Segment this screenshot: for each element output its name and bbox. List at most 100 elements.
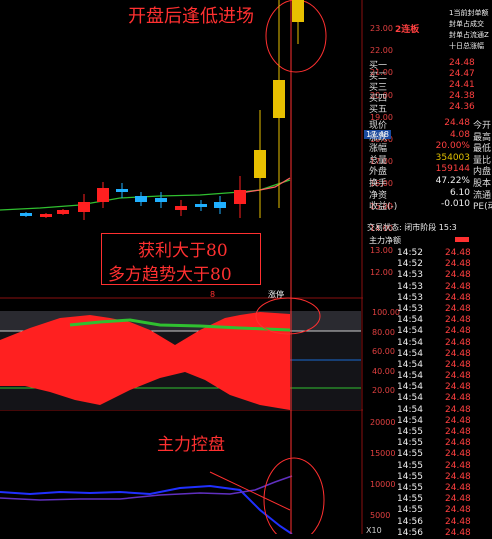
tick-time: 14:55 — [397, 449, 423, 460]
candle — [20, 213, 32, 216]
book-price: 24.38 — [449, 91, 475, 101]
tick-time: 14:55 — [397, 460, 423, 471]
tick-price: 24.48 — [445, 337, 471, 348]
tick-row: 14:55 24.48 — [397, 494, 492, 505]
tick-row: 14:54 24.48 — [397, 349, 492, 360]
stat-label: 收益(-) — [369, 202, 398, 213]
tick-time: 14:55 — [397, 438, 423, 449]
tick-time: 14:54 — [397, 326, 423, 337]
tick-price: 24.48 — [445, 382, 471, 393]
tick-price: 24.48 — [445, 404, 471, 415]
tick-time: 14:54 — [397, 348, 423, 359]
tick-row: 14:55 24.48 — [397, 472, 492, 483]
marker-label: 8 — [210, 290, 216, 299]
tick-price: 24.48 — [445, 494, 471, 505]
tick-time: 14:54 — [397, 359, 423, 370]
candle — [175, 206, 187, 210]
tick-row: 14:53 24.48 — [397, 270, 492, 281]
board-badge: 2连板 — [395, 25, 420, 35]
candle — [292, 0, 304, 22]
tick-price: 24.48 — [445, 471, 471, 482]
tick-price: 24.48 — [445, 326, 471, 337]
tick-row: 14:52 24.48 — [397, 248, 492, 259]
annotation-control: 主力控盘 — [157, 435, 225, 455]
candle — [78, 202, 90, 212]
tick-row: 14:55 24.48 — [397, 438, 492, 449]
candle — [254, 150, 266, 178]
candle — [214, 202, 226, 208]
tick-time: 14:54 — [397, 404, 423, 415]
header-line-0: 1当前封单额 — [449, 9, 489, 17]
stat-value: 24.48 — [444, 118, 470, 128]
annotation-box: 获利大于80 多方趋势大于80 — [101, 233, 261, 285]
tick-time: 14:55 — [397, 427, 423, 437]
candle — [234, 190, 246, 204]
tick-price: 24.48 — [445, 292, 471, 303]
tick-row: 14:53 24.48 — [397, 293, 492, 304]
tick-price: 24.48 — [445, 348, 471, 359]
tick-time: 14:54 — [397, 393, 423, 404]
tick-time: 14:52 — [397, 259, 423, 270]
tick-time: 14:56 — [397, 527, 423, 538]
tick-row: 14:55 24.48 — [397, 505, 492, 516]
tick-price: 24.48 — [445, 505, 471, 516]
tick-time: 14:54 — [397, 415, 423, 426]
candle — [195, 204, 207, 207]
tick-row: 14:52 24.48 — [397, 259, 492, 270]
tick-row: 14:53 24.48 — [397, 282, 492, 293]
tick-price: 24.48 — [445, 482, 471, 493]
tick-price: 24.48 — [445, 527, 471, 538]
annotation-box-line2: 多方趋势大于80 — [108, 265, 232, 285]
tick-row: 14:54 24.48 — [397, 326, 492, 337]
tick-row: 14:54 24.48 — [397, 405, 492, 416]
tick-price: 24.48 — [445, 281, 471, 292]
tick-row: 14:54 24.48 — [397, 382, 492, 393]
chart-area[interactable]: 开盘后逢低进场 获利大于80 多方趋势大于80 主力控盘 8 涨停 23.00 2… — [0, 0, 400, 535]
candle — [57, 210, 69, 214]
candle — [155, 198, 167, 202]
tick-time: 14:55 — [397, 482, 423, 493]
tick-time: 14:54 — [397, 315, 423, 326]
candle — [40, 214, 52, 217]
stat-label-2: PE(动 — [473, 202, 492, 213]
tick-time: 14:53 — [397, 303, 423, 314]
stat-value: 354003 — [435, 152, 470, 163]
header-line-2: 封单占流通Z — [449, 31, 489, 39]
tick-time: 14:55 — [397, 505, 423, 516]
book-price: 24.41 — [449, 80, 475, 90]
tick-price: 24.48 — [445, 359, 471, 370]
book-label: 买五 — [369, 105, 388, 115]
tick-row: 14:54 24.48 — [397, 315, 492, 326]
tick-row: 14:56 24.48 — [397, 517, 492, 528]
tick-price: 24.48 — [445, 393, 471, 404]
tick-row: 14:54 24.48 — [397, 416, 492, 427]
candle — [135, 196, 147, 202]
header-line-1: 封单占成交 — [449, 20, 484, 28]
tick-price: 24.48 — [445, 460, 471, 471]
tick-row: 14:56 24.48 — [397, 528, 492, 539]
limit-tag: 涨停 — [268, 290, 284, 299]
tick-price: 24.48 — [445, 516, 471, 527]
stat-value: 6.10 — [449, 187, 470, 198]
tick-list[interactable]: 14:52 24.48 14:52 24.48 14:53 24.48 14:53 24.48… — [397, 248, 492, 539]
trade-status: 交易状态: 闭市阶段 15:3 — [367, 223, 457, 232]
candle — [97, 188, 109, 202]
stat-value: -0.010 — [440, 199, 470, 210]
tick-price: 24.48 — [445, 449, 471, 460]
quote-panel: 2连板 1当前封单额 封单占成交 封单占流通Z 十日总涨幅 买一 24.48 买二 2… — [363, 0, 492, 538]
tick-time: 14:54 — [397, 337, 423, 348]
tick-price: 24.48 — [445, 303, 471, 314]
header-line-3: 十日总涨幅 — [449, 42, 484, 50]
annotation-main: 开盘后逢低进场 — [128, 6, 254, 27]
tick-row: 14:54 24.48 — [397, 360, 492, 371]
stat-value: 4.08 — [449, 129, 470, 140]
candle — [273, 80, 285, 118]
book-price: 24.48 — [449, 58, 475, 68]
stat-value: 159144 — [435, 164, 470, 175]
tick-price: 24.48 — [445, 259, 471, 270]
main-net-label: 主力净额 — [369, 236, 401, 245]
tick-time: 14:52 — [397, 248, 423, 258]
tick-time: 14:54 — [397, 382, 423, 393]
tick-price: 24.48 — [445, 270, 471, 281]
tick-time: 14:54 — [397, 371, 423, 382]
